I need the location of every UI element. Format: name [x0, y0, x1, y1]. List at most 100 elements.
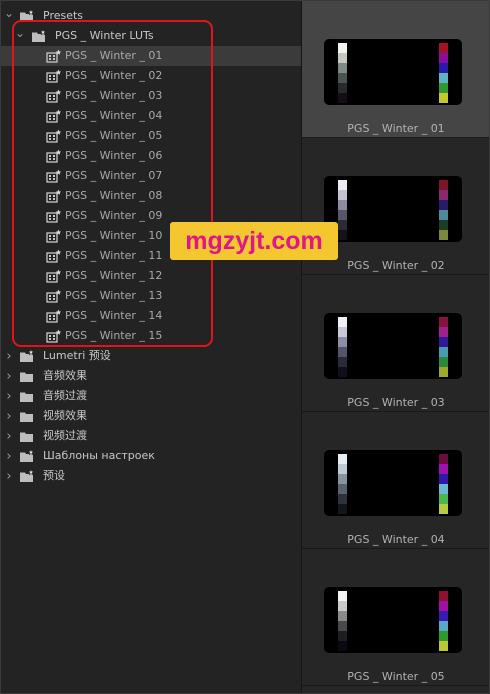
tree-item-label: 音频过渡 [43, 389, 87, 402]
tree-item-label: Lumetri 预设 [43, 349, 111, 362]
color-swatch [338, 474, 347, 484]
chevron-right-icon[interactable]: › [4, 386, 14, 406]
tree-item-label: Шаблоны настроек [43, 449, 155, 462]
color-swatch [338, 210, 347, 220]
tree-item-label: PGS _ Winter _ 04 [65, 109, 163, 122]
color-swatch [338, 337, 347, 347]
chevron-right-icon[interactable]: › [4, 426, 14, 446]
tree-item-preset[interactable]: PGS _ Winter _ 13 [1, 286, 301, 306]
color-swatch [338, 347, 347, 357]
tree-item-preset[interactable]: PGS _ Winter _ 12 [1, 266, 301, 286]
color-swatch [338, 494, 347, 504]
color-swatch [338, 484, 347, 494]
color-swatch [439, 601, 448, 611]
thumbnail-preview [324, 39, 462, 105]
color-swatch [338, 454, 347, 464]
preset-item-icon [46, 89, 62, 103]
color-swatch [439, 474, 448, 484]
thumbnail-label: PGS _ Winter _ 01 [347, 122, 445, 135]
color-swatch [338, 504, 347, 514]
color-swatch [338, 43, 347, 53]
color-swatch-strip [439, 591, 448, 651]
color-swatch-strip [439, 43, 448, 103]
preset-item-icon [46, 249, 62, 263]
thumbnail-label: PGS _ Winter _ 02 [347, 259, 445, 272]
tree-item-folder[interactable]: › 预设 [1, 466, 301, 486]
color-swatch [338, 200, 347, 210]
chevron-down-icon[interactable]: ⌄ [4, 3, 14, 23]
preset-item-icon [46, 109, 62, 123]
tree-item-presets[interactable]: ⌄ Presets [1, 6, 301, 26]
chevron-down-icon[interactable]: ⌄ [15, 23, 25, 43]
tree-item-label: PGS _ Winter _ 03 [65, 89, 163, 102]
tree-item-label: Presets [43, 9, 84, 22]
color-swatch [439, 367, 448, 377]
thumbnail-preview [324, 176, 462, 242]
folder-icon [19, 389, 35, 403]
tree-item-preset[interactable]: PGS _ Winter _ 02 [1, 66, 301, 86]
tree-item-preset[interactable]: PGS _ Winter _ 04 [1, 106, 301, 126]
tree-item-label: 预设 [43, 469, 65, 482]
tree-item-preset[interactable]: PGS _ Winter _ 05 [1, 126, 301, 146]
grayscale-swatch-strip [338, 454, 347, 514]
color-swatch [439, 591, 448, 601]
preset-thumbnail[interactable]: PGS _ Winter _ 05 [302, 549, 490, 686]
tree-item-preset[interactable]: PGS _ Winter _ 01 [1, 46, 301, 66]
preset-item-icon [46, 229, 62, 243]
color-swatch [439, 631, 448, 641]
tree-item-preset[interactable]: PGS _ Winter _ 06 [1, 146, 301, 166]
color-swatch [439, 504, 448, 514]
chevron-right-icon[interactable]: › [4, 446, 14, 466]
tree-item-folder[interactable]: › 音频过渡 [1, 386, 301, 406]
preset-thumbnail[interactable]: PGS _ Winter _ 03 [302, 275, 490, 412]
color-swatch [439, 220, 448, 230]
color-swatch [439, 357, 448, 367]
tree-item-label: PGS _ Winter LUTs [55, 29, 154, 42]
tree-item-label: PGS _ Winter _ 13 [65, 289, 163, 302]
color-swatch [338, 53, 347, 63]
color-swatch-strip [439, 454, 448, 514]
thumbnail-preview [324, 587, 462, 653]
color-swatch [338, 220, 347, 230]
tree-item-preset[interactable]: PGS _ Winter _ 14 [1, 306, 301, 326]
tree-item-folder[interactable]: › Шаблоны настроек [1, 446, 301, 466]
tree-item-folder[interactable]: › 视频过渡 [1, 426, 301, 446]
tree-item-folder[interactable]: › 视频效果 [1, 406, 301, 426]
color-swatch [338, 601, 347, 611]
preset-item-icon [46, 189, 62, 203]
tree-item-preset[interactable]: PGS _ Winter _ 07 [1, 166, 301, 186]
preset-item-icon [46, 269, 62, 283]
chevron-right-icon[interactable]: › [4, 466, 14, 486]
color-swatch-strip [439, 317, 448, 377]
color-swatch [338, 357, 347, 367]
color-swatch [439, 327, 448, 337]
color-swatch [439, 454, 448, 464]
preset-thumbnail[interactable]: PGS _ Winter _ 04 [302, 412, 490, 549]
preset-bin-icon [19, 8, 35, 23]
tree-item-pgs-winter-luts[interactable]: ⌄ PGS _ Winter LUTs [1, 26, 301, 46]
grayscale-swatch-strip [338, 317, 347, 377]
tree-item-label: PGS _ Winter _ 10 [65, 229, 163, 242]
color-swatch [439, 464, 448, 474]
preset-item-icon [46, 169, 62, 183]
tree-item-label: PGS _ Winter _ 15 [65, 329, 163, 342]
tree-item-preset[interactable]: PGS _ Winter _ 03 [1, 86, 301, 106]
tree-item-folder[interactable]: › 音频效果 [1, 366, 301, 386]
thumbnail-label: PGS _ Winter _ 04 [347, 533, 445, 546]
chevron-right-icon[interactable]: › [4, 346, 14, 366]
color-swatch [439, 53, 448, 63]
preset-thumbnail[interactable]: PGS _ Winter _ 01 [302, 1, 490, 138]
chevron-right-icon[interactable]: › [4, 406, 14, 426]
watermark: mgzyjt.com [170, 222, 338, 260]
tree-item-label: PGS _ Winter _ 14 [65, 309, 163, 322]
color-swatch [338, 230, 347, 240]
tree-item-folder[interactable]: › Lumetri 预设 [1, 346, 301, 366]
color-swatch [439, 347, 448, 357]
tree-item-label: PGS _ Winter _ 11 [65, 249, 163, 262]
chevron-right-icon[interactable]: › [4, 366, 14, 386]
color-swatch [439, 200, 448, 210]
tree-item-preset[interactable]: PGS _ Winter _ 08 [1, 186, 301, 206]
tree-item-preset[interactable]: PGS _ Winter _ 15 [1, 326, 301, 346]
thumbnail-preview [324, 450, 462, 516]
color-swatch [338, 190, 347, 200]
